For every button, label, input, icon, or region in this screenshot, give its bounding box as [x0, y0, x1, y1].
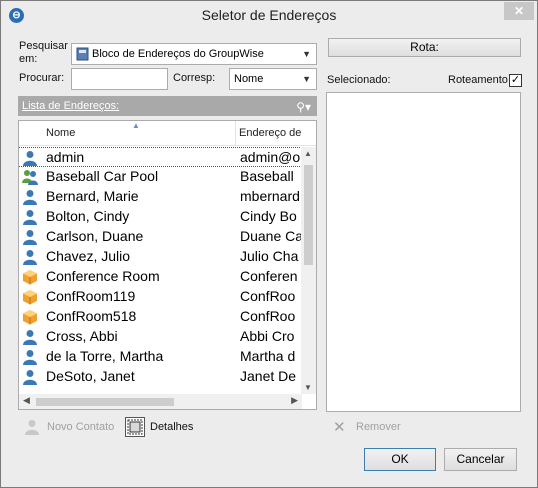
selected-recipients-list[interactable]: [326, 92, 521, 412]
row-email: Martha d: [240, 348, 296, 364]
address-list: ▲ Nome Endereço de admin admin@o Baseball …: [18, 120, 317, 410]
address-list-title: Lista de Endereços:: [22, 100, 120, 112]
table-row[interactable]: Carlson, Duane Duane Ca: [19, 227, 302, 247]
address-book-dropdown[interactable]: Bloco de Endereços do GroupWise ▼: [71, 43, 317, 65]
remove-x-icon: ✕: [333, 419, 346, 436]
row-name: Bolton, Cindy: [46, 208, 130, 224]
row-email: Duane Ca: [240, 228, 302, 244]
row-email: Conferen: [240, 268, 298, 284]
row-name: Carlson, Duane: [46, 228, 144, 244]
row-name: ConfRoom119: [46, 288, 136, 304]
chevron-down-icon: ▼: [302, 49, 311, 59]
row-name: Baseball Car Pool: [46, 168, 159, 184]
match-label: Corresp:: [173, 72, 216, 84]
row-email: Baseball: [240, 168, 294, 184]
cancel-button[interactable]: Cancelar: [444, 448, 517, 471]
row-name: Bernard, Marie: [46, 188, 139, 204]
row-name: admin: [46, 149, 85, 165]
row-email: Cindy Bo: [240, 208, 297, 224]
column-divider[interactable]: [235, 121, 236, 146]
address-list-header: Lista de Endereços: ⚲▾: [18, 96, 317, 116]
address-book-value: Bloco de Endereços do GroupWise: [92, 48, 264, 60]
table-row[interactable]: Conference Room Conferen: [19, 267, 302, 287]
search-icon[interactable]: ⚲▾: [296, 97, 311, 117]
new-contact-button[interactable]: Novo Contato: [47, 421, 114, 433]
user-icon: [22, 189, 38, 205]
table-row[interactable]: Bolton, Cindy Cindy Bo: [19, 207, 302, 227]
address-rows: admin admin@o Baseball Car Pool Baseball Ber…: [19, 147, 302, 387]
ok-button[interactable]: OK: [364, 448, 436, 471]
row-email: admin@o: [240, 149, 301, 165]
vertical-scrollbar[interactable]: ▲ ▼: [301, 147, 316, 394]
match-value: Nome: [234, 73, 264, 85]
window-title: Seletor de Endereços: [201, 7, 337, 23]
user-icon: [22, 209, 38, 225]
column-header-row: ▲ Nome Endereço de: [19, 121, 316, 146]
details-icon: [125, 417, 145, 437]
row-email: Abbi Cro: [240, 328, 295, 344]
group-icon: [22, 169, 38, 185]
vertical-scroll-thumb[interactable]: [304, 165, 313, 265]
table-row[interactable]: ConfRoom119 ConfRoo: [19, 287, 302, 307]
user-icon: [22, 369, 38, 385]
row-name: Conference Room: [46, 268, 160, 284]
row-name: ConfRoom518: [46, 308, 137, 324]
close-button[interactable]: ✕: [504, 2, 534, 20]
table-row[interactable]: Cross, Abbi Abbi Cro: [19, 327, 302, 347]
find-label: Procurar:: [19, 72, 65, 84]
column-header-email[interactable]: Endereço de: [239, 127, 301, 139]
table-row[interactable]: admin admin@o: [19, 147, 302, 167]
row-email: ConfRoo: [240, 308, 296, 324]
row-email: Janet De: [240, 368, 297, 384]
scroll-right-icon[interactable]: ▶: [291, 395, 298, 406]
route-button[interactable]: Rota:: [328, 38, 521, 57]
selected-label: Selecionado:: [327, 74, 391, 86]
remove-button[interactable]: Remover: [356, 421, 401, 433]
horizontal-scrollbar[interactable]: ◀ ▶: [19, 394, 302, 409]
user-icon: [22, 150, 38, 166]
chevron-down-icon: ▼: [302, 74, 311, 84]
search-in-label: Pesquisar em:: [19, 40, 68, 65]
row-name: de la Torre, Martha: [46, 348, 164, 364]
row-email: Julio Cha: [240, 248, 299, 264]
user-icon: [22, 249, 38, 265]
row-name: Cross, Abbi: [46, 328, 118, 344]
user-icon: [22, 229, 38, 245]
table-row[interactable]: de la Torre, Martha Martha d: [19, 347, 302, 367]
user-icon: [22, 349, 38, 365]
routing-label: Roteamento: [448, 74, 508, 86]
resource-icon: [22, 289, 38, 305]
details-button[interactable]: Detalhes: [150, 421, 193, 433]
row-email: mbernard: [240, 188, 300, 204]
row-name: Chavez, Julio: [46, 248, 131, 264]
table-row[interactable]: DeSoto, Janet Janet De: [19, 367, 302, 387]
table-row[interactable]: ConfRoom518 ConfRoo: [19, 307, 302, 327]
column-header-name[interactable]: Nome: [46, 127, 75, 139]
find-input[interactable]: [71, 68, 168, 90]
resource-icon: [22, 309, 38, 325]
user-icon: [22, 329, 38, 345]
title-bar: ⊖ Seletor de Endereços ✕: [1, 1, 537, 31]
table-row[interactable]: Chavez, Julio Julio Cha: [19, 247, 302, 267]
row-email: ConfRoo: [240, 288, 296, 304]
table-row[interactable]: Baseball Car Pool Baseball: [19, 167, 302, 187]
routing-checkbox[interactable]: ✓: [509, 74, 522, 87]
new-contact-icon: [25, 420, 39, 435]
scroll-up-icon[interactable]: ▲: [304, 149, 312, 158]
match-dropdown[interactable]: Nome ▼: [229, 68, 317, 90]
address-book-icon: [76, 47, 89, 61]
scroll-left-icon[interactable]: ◀: [23, 395, 30, 406]
resource-icon: [22, 269, 38, 285]
horizontal-scroll-thumb[interactable]: [36, 398, 174, 406]
row-name: DeSoto, Janet: [46, 368, 135, 384]
address-selector-dialog: ⊖ Seletor de Endereços ✕ Pesquisar em: B…: [0, 0, 538, 488]
scroll-down-icon[interactable]: ▼: [304, 383, 312, 392]
table-row[interactable]: Bernard, Marie mbernard: [19, 187, 302, 207]
sort-ascending-icon: ▲: [132, 121, 140, 130]
